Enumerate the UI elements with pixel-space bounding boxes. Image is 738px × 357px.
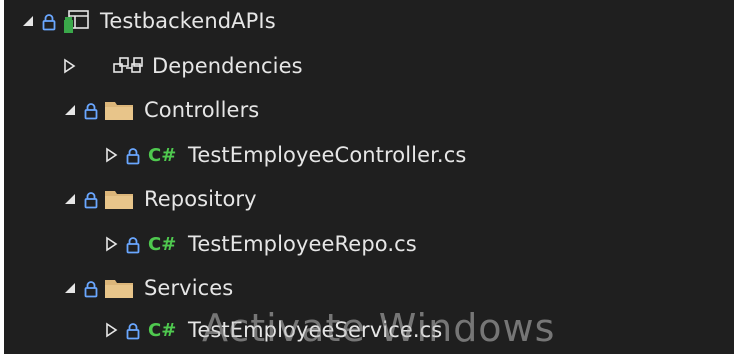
folder-icon [104, 188, 134, 210]
lock-icon [126, 321, 140, 340]
expanded-triangle-icon[interactable] [62, 102, 78, 118]
tree-item-folder-repository[interactable]: Repository [4, 181, 734, 217]
csharp-file-icon: C# [148, 319, 177, 341]
folder-label: Repository [144, 187, 257, 211]
lock-icon [126, 146, 140, 165]
project-label: TestbackendAPIs [100, 9, 276, 33]
csharp-file-icon: C# [148, 144, 177, 166]
solution-explorer-tree: TestbackendAPIs Dependencies Controllers… [4, 0, 734, 354]
lock-icon [42, 12, 56, 31]
tree-item-folder-services[interactable]: Services [4, 270, 734, 306]
dependencies-label: Dependencies [152, 54, 303, 78]
expanded-triangle-icon[interactable] [62, 191, 78, 207]
tree-item-file-repo[interactable]: C# TestEmployeeRepo.cs [4, 226, 734, 262]
folder-label: Services [144, 276, 234, 300]
folder-icon [104, 277, 134, 299]
collapsed-triangle-icon[interactable] [104, 236, 120, 252]
lock-icon [84, 279, 98, 298]
folder-icon [104, 99, 134, 121]
folder-label: Controllers [144, 98, 260, 122]
tree-item-dependencies[interactable]: Dependencies [4, 48, 734, 84]
lock-icon [84, 101, 98, 120]
tree-item-file-controller[interactable]: C# TestEmployeeController.cs [4, 137, 734, 173]
file-label: TestEmployeeController.cs [188, 143, 467, 167]
lock-icon [126, 235, 140, 254]
expanded-triangle-icon[interactable] [20, 13, 36, 29]
lock-icon [84, 190, 98, 209]
file-label: TestEmployeeRepo.cs [188, 232, 417, 256]
screenshot-frame: TestbackendAPIs Dependencies Controllers… [0, 0, 738, 357]
tree-item-project[interactable]: TestbackendAPIs [4, 3, 734, 39]
file-label: TestEmployeeService.cs [188, 318, 443, 342]
dependencies-icon [112, 55, 146, 77]
expanded-triangle-icon[interactable] [62, 280, 78, 296]
csharp-file-icon: C# [148, 233, 177, 255]
tree-item-folder-controllers[interactable]: Controllers [4, 92, 734, 128]
collapsed-triangle-icon[interactable] [62, 58, 78, 74]
tree-item-file-service[interactable]: C# TestEmployeeService.cs [4, 312, 734, 348]
project-icon [62, 8, 90, 34]
collapsed-triangle-icon[interactable] [104, 147, 120, 163]
collapsed-triangle-icon[interactable] [104, 322, 120, 338]
